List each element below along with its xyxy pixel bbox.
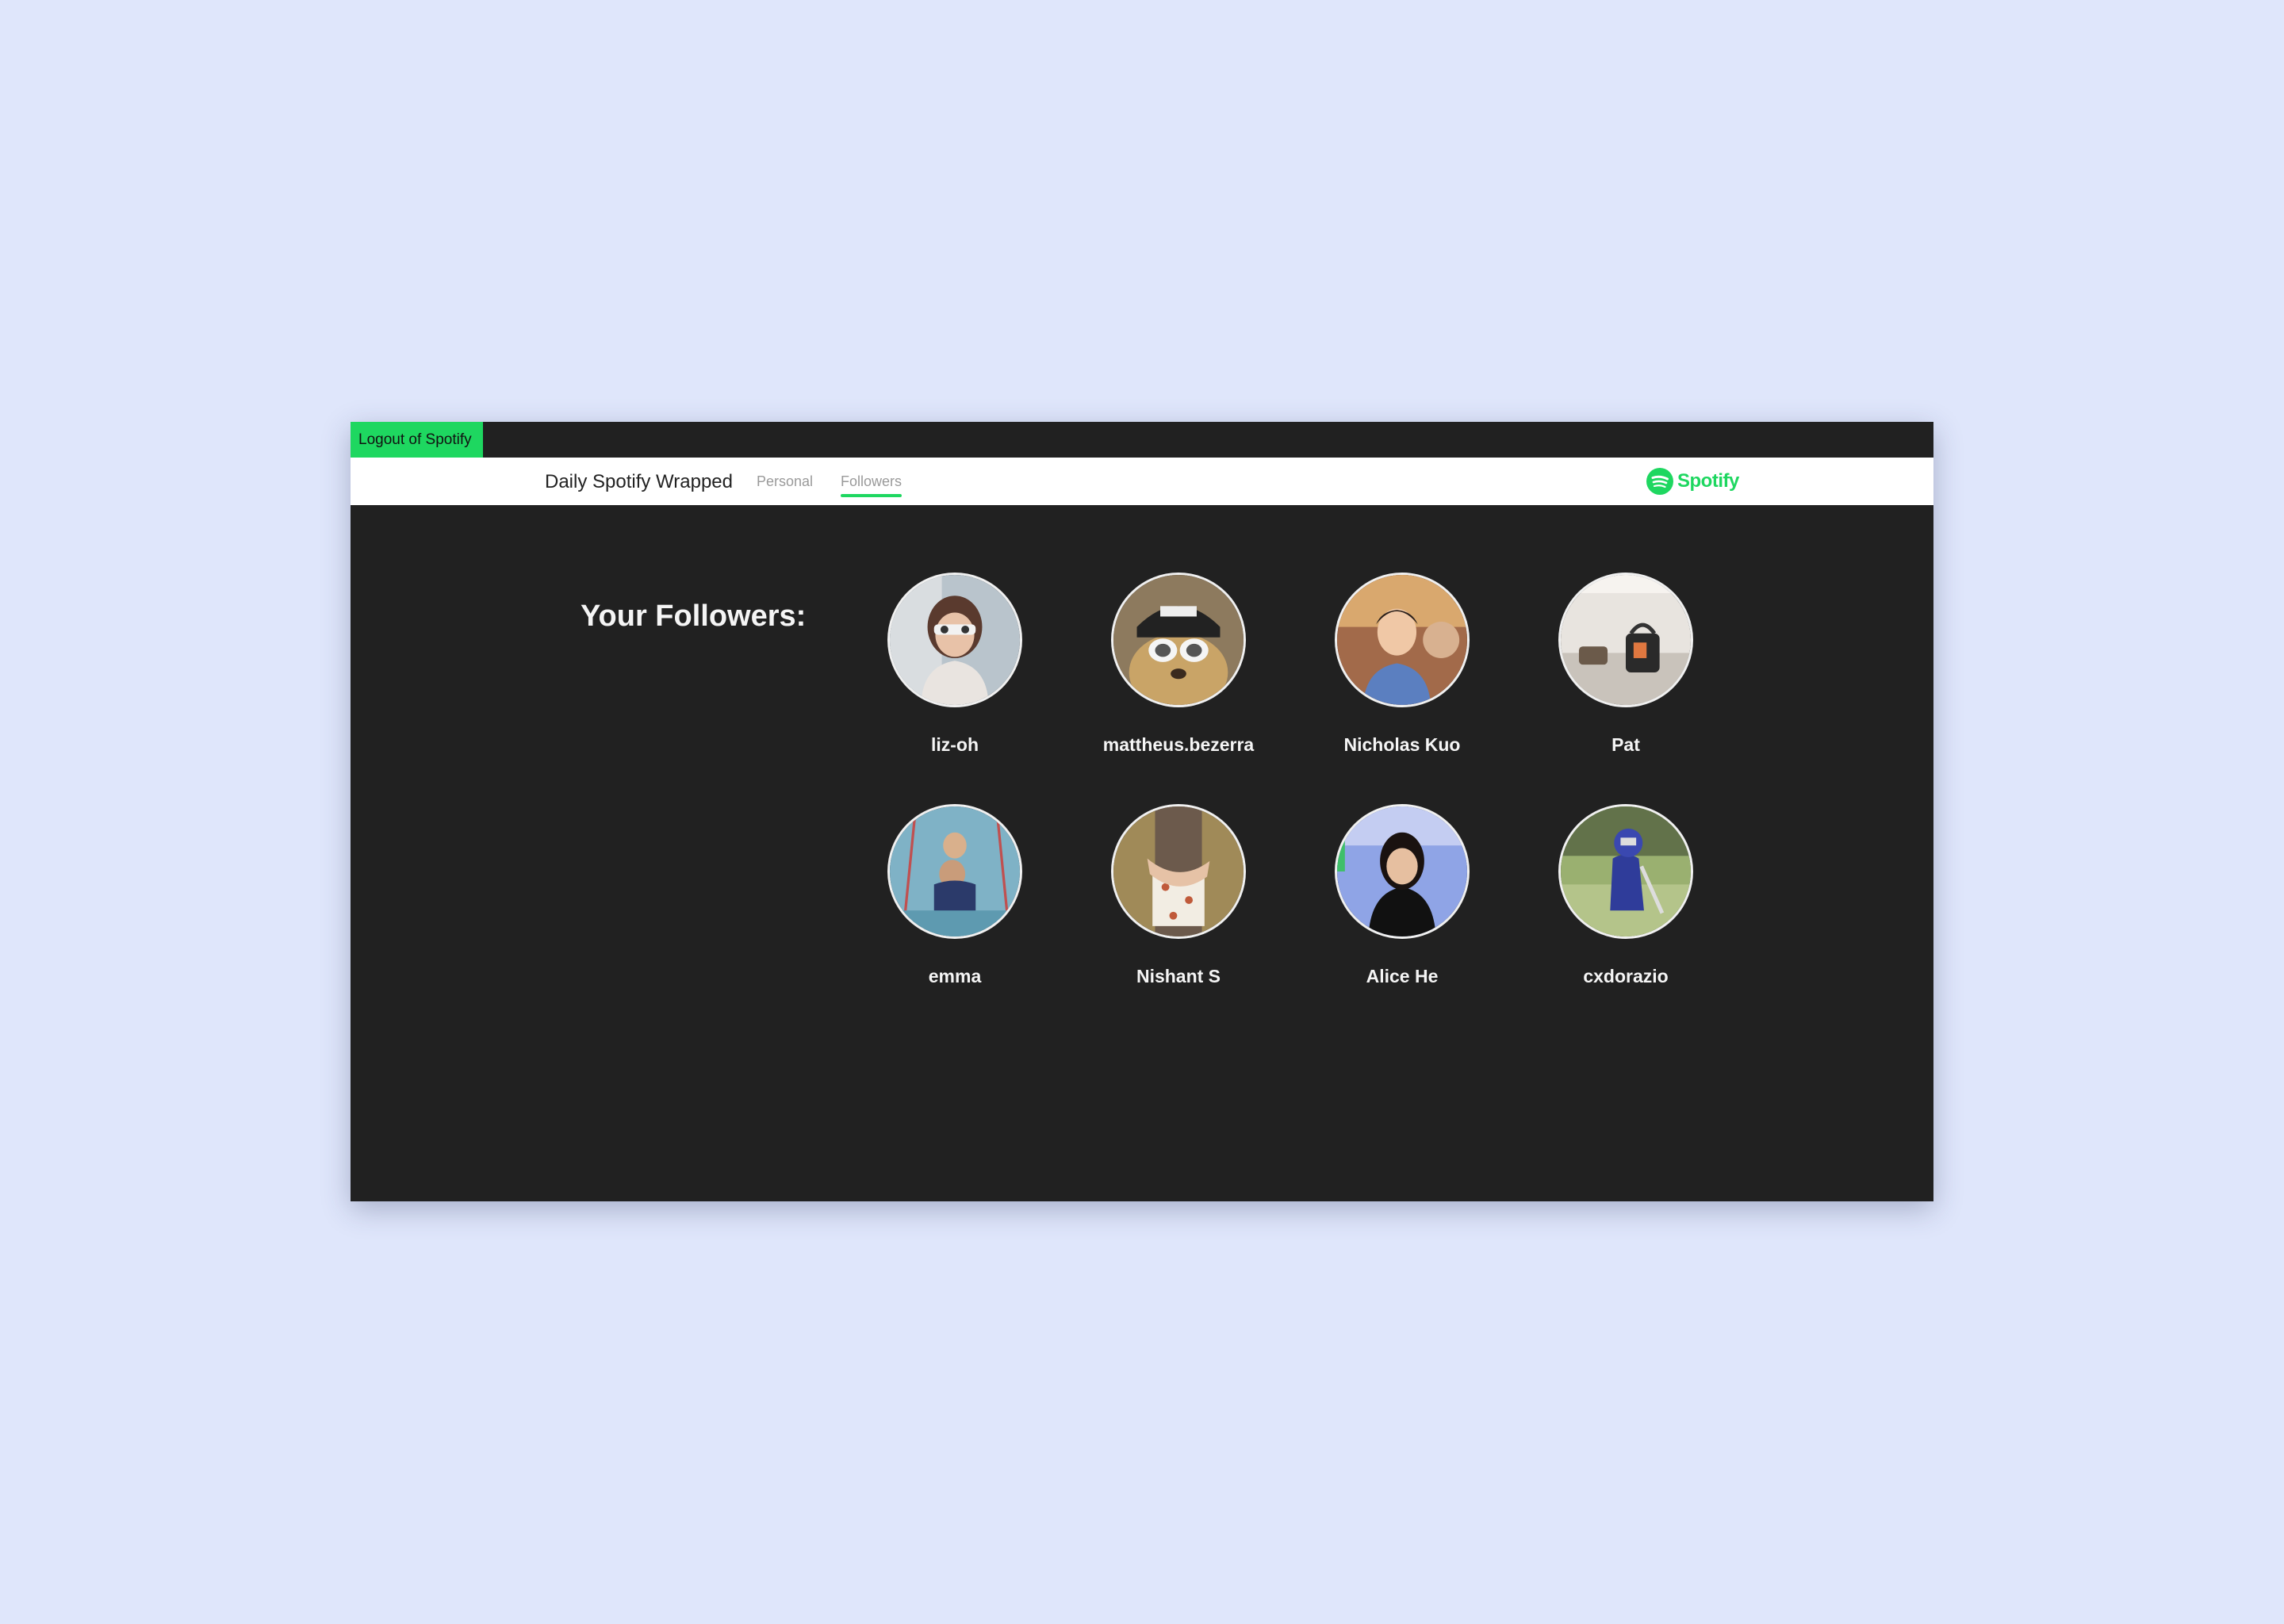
follower-avatar — [1335, 573, 1470, 707]
tab-followers[interactable]: Followers — [841, 458, 902, 505]
follower-name: Nishant S — [1136, 966, 1221, 986]
follower-card[interactable]: Pat — [1531, 573, 1721, 756]
follower-avatar — [1111, 573, 1246, 707]
follower-avatar — [887, 573, 1022, 707]
follower-card[interactable]: Nicholas Kuo — [1307, 573, 1497, 756]
follower-avatar — [1558, 804, 1693, 939]
follower-avatar — [1111, 804, 1246, 939]
follower-name: cxdorazio — [1583, 966, 1669, 986]
follower-card[interactable]: mattheus.bezerra — [1083, 573, 1274, 756]
follower-name: Alice He — [1366, 966, 1439, 986]
follower-avatar — [1558, 573, 1693, 707]
follower-name: emma — [928, 966, 982, 986]
follower-name: Pat — [1611, 734, 1640, 755]
tab-personal[interactable]: Personal — [757, 458, 813, 505]
spotify-logo-text: Spotify — [1677, 470, 1739, 492]
follower-card[interactable]: Alice He — [1307, 804, 1497, 987]
follower-card[interactable]: cxdorazio — [1531, 804, 1721, 987]
follower-avatar — [887, 804, 1022, 939]
logout-button[interactable]: Logout of Spotify — [351, 422, 483, 458]
follower-card[interactable]: Nishant S — [1083, 804, 1274, 987]
follower-name: liz-oh — [930, 734, 979, 755]
follower-avatar — [1335, 804, 1470, 939]
follower-name: Nicholas Kuo — [1343, 734, 1461, 755]
page-title: Your Followers: — [581, 599, 807, 633]
follower-card[interactable]: emma — [860, 804, 1050, 987]
brand-title[interactable]: Daily Spotify Wrapped — [545, 458, 733, 505]
navbar: Daily Spotify Wrapped Personal Followers… — [351, 458, 1933, 505]
follower-card[interactable]: liz-oh — [860, 573, 1050, 756]
app-window: Logout of Spotify Daily Spotify Wrapped … — [351, 422, 1933, 1201]
spotify-icon — [1646, 468, 1673, 495]
spotify-logo[interactable]: Spotify — [1646, 467, 1739, 496]
top-bar: Logout of Spotify — [351, 422, 1933, 458]
follower-name: mattheus.bezerra — [1102, 734, 1255, 755]
